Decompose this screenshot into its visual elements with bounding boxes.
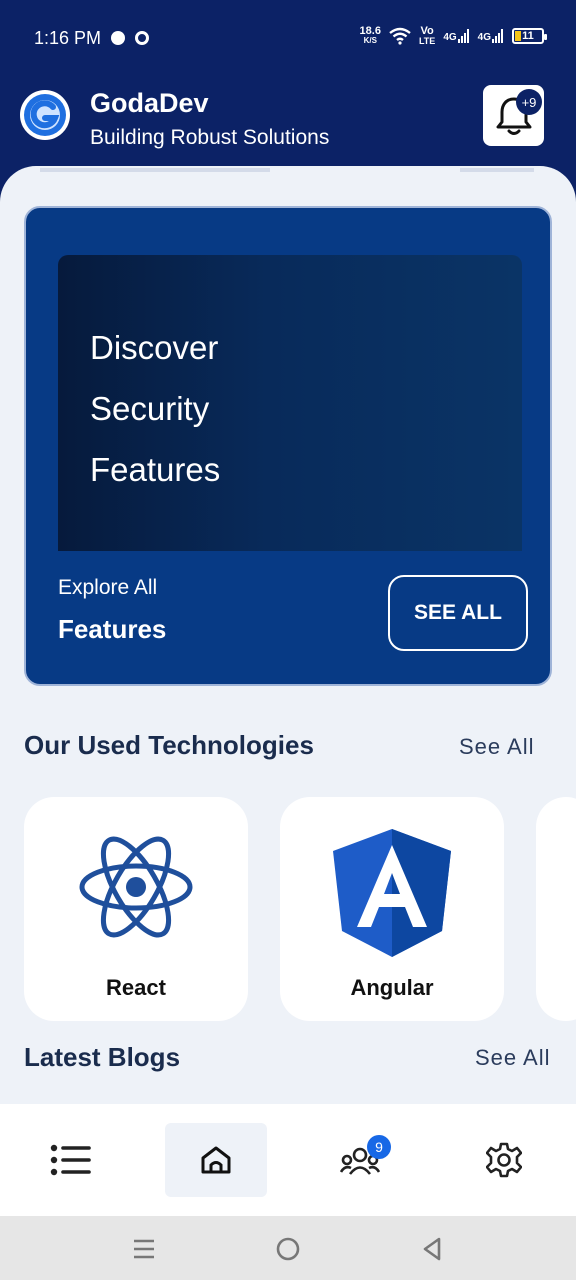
system-menu-button[interactable] [129, 1234, 159, 1264]
team-badge: 9 [367, 1135, 391, 1159]
signal-sim1: 4G [443, 29, 469, 43]
net-speed: 18.6 K/S [360, 26, 381, 46]
react-icon [79, 836, 193, 938]
godadev-logo-icon [24, 94, 66, 136]
tech-name: Angular [350, 975, 434, 1000]
menu-icon [134, 1239, 154, 1259]
nav-home[interactable] [165, 1123, 267, 1197]
scrolled-section-edge [40, 166, 270, 172]
signal-icon [492, 29, 503, 43]
promo-card[interactable]: Discover Security Features Explore All F… [24, 206, 552, 686]
wifi-icon [389, 27, 411, 45]
status-bar: 1:16 PM 18.6 K/S Vo LTE 4G 4G 11 [0, 0, 576, 76]
volte-bottom: LTE [418, 36, 436, 46]
net-speed-value: 18.6 [359, 25, 381, 37]
see-all-features-button[interactable]: SEE ALL [388, 575, 528, 651]
system-home-button[interactable] [273, 1234, 303, 1264]
volte-top: Vo [420, 25, 434, 37]
sim2-label: 4G [477, 32, 491, 43]
app-tagline: Building Robust Solutions [90, 126, 330, 149]
nav-settings[interactable] [453, 1123, 555, 1197]
hero-line-2: Security [90, 390, 210, 427]
chat-icon [111, 31, 126, 45]
status-time: 1:16 PM [34, 27, 102, 48]
sim1-label: 4G [443, 32, 457, 43]
notifications-button[interactable]: +9 [483, 85, 544, 146]
blogs-title: Latest Blogs [24, 1042, 181, 1072]
main-content: Discover Security Features Explore All F… [0, 166, 576, 1106]
app-header: GodaDev Building Robust Solutions +9 [0, 76, 576, 166]
notification-badge: +9 [516, 89, 542, 115]
tech-card-angular[interactable]: Angular [280, 797, 504, 1021]
battery-icon: 11 [512, 28, 547, 44]
app-logo [20, 90, 70, 140]
tech-name: React [106, 975, 166, 1000]
technologies-title: Our Used Technologies [24, 730, 314, 760]
system-nav-bar [0, 1216, 576, 1280]
signal-icon [457, 29, 469, 43]
hero-line-1: Discover [90, 329, 219, 366]
explore-label: Explore All [58, 576, 158, 599]
promo-hero: Discover Security Features [58, 255, 522, 551]
scrolled-link-edge [460, 166, 534, 172]
nav-menu[interactable] [20, 1123, 122, 1197]
battery-level: 11 [522, 30, 534, 42]
tech-card-react[interactable]: React [24, 797, 248, 1021]
nav-team[interactable]: 9 [309, 1123, 411, 1197]
hero-line-3: Features [90, 451, 221, 488]
bottom-nav: 9 [0, 1104, 576, 1216]
volte-indicator: Vo LTE [418, 25, 436, 47]
signal-sim2: 4G [478, 29, 504, 43]
list-icon [50, 1144, 91, 1176]
angular-icon [333, 829, 451, 957]
explore-title: Features [58, 614, 167, 644]
settings-icon [486, 1142, 522, 1178]
system-back-button[interactable] [417, 1234, 447, 1264]
back-icon [423, 1237, 441, 1261]
tech-card-partial[interactable] [536, 797, 576, 1021]
home-circle-icon [276, 1237, 300, 1261]
home-icon [201, 1146, 231, 1174]
net-speed-unit: K/S [363, 36, 377, 45]
app-name: GodaDev [90, 88, 209, 118]
technologies-see-all-link[interactable]: See All [459, 734, 535, 760]
blogs-see-all-link[interactable]: See All [475, 1045, 551, 1071]
notification-ring-icon [135, 31, 150, 45]
